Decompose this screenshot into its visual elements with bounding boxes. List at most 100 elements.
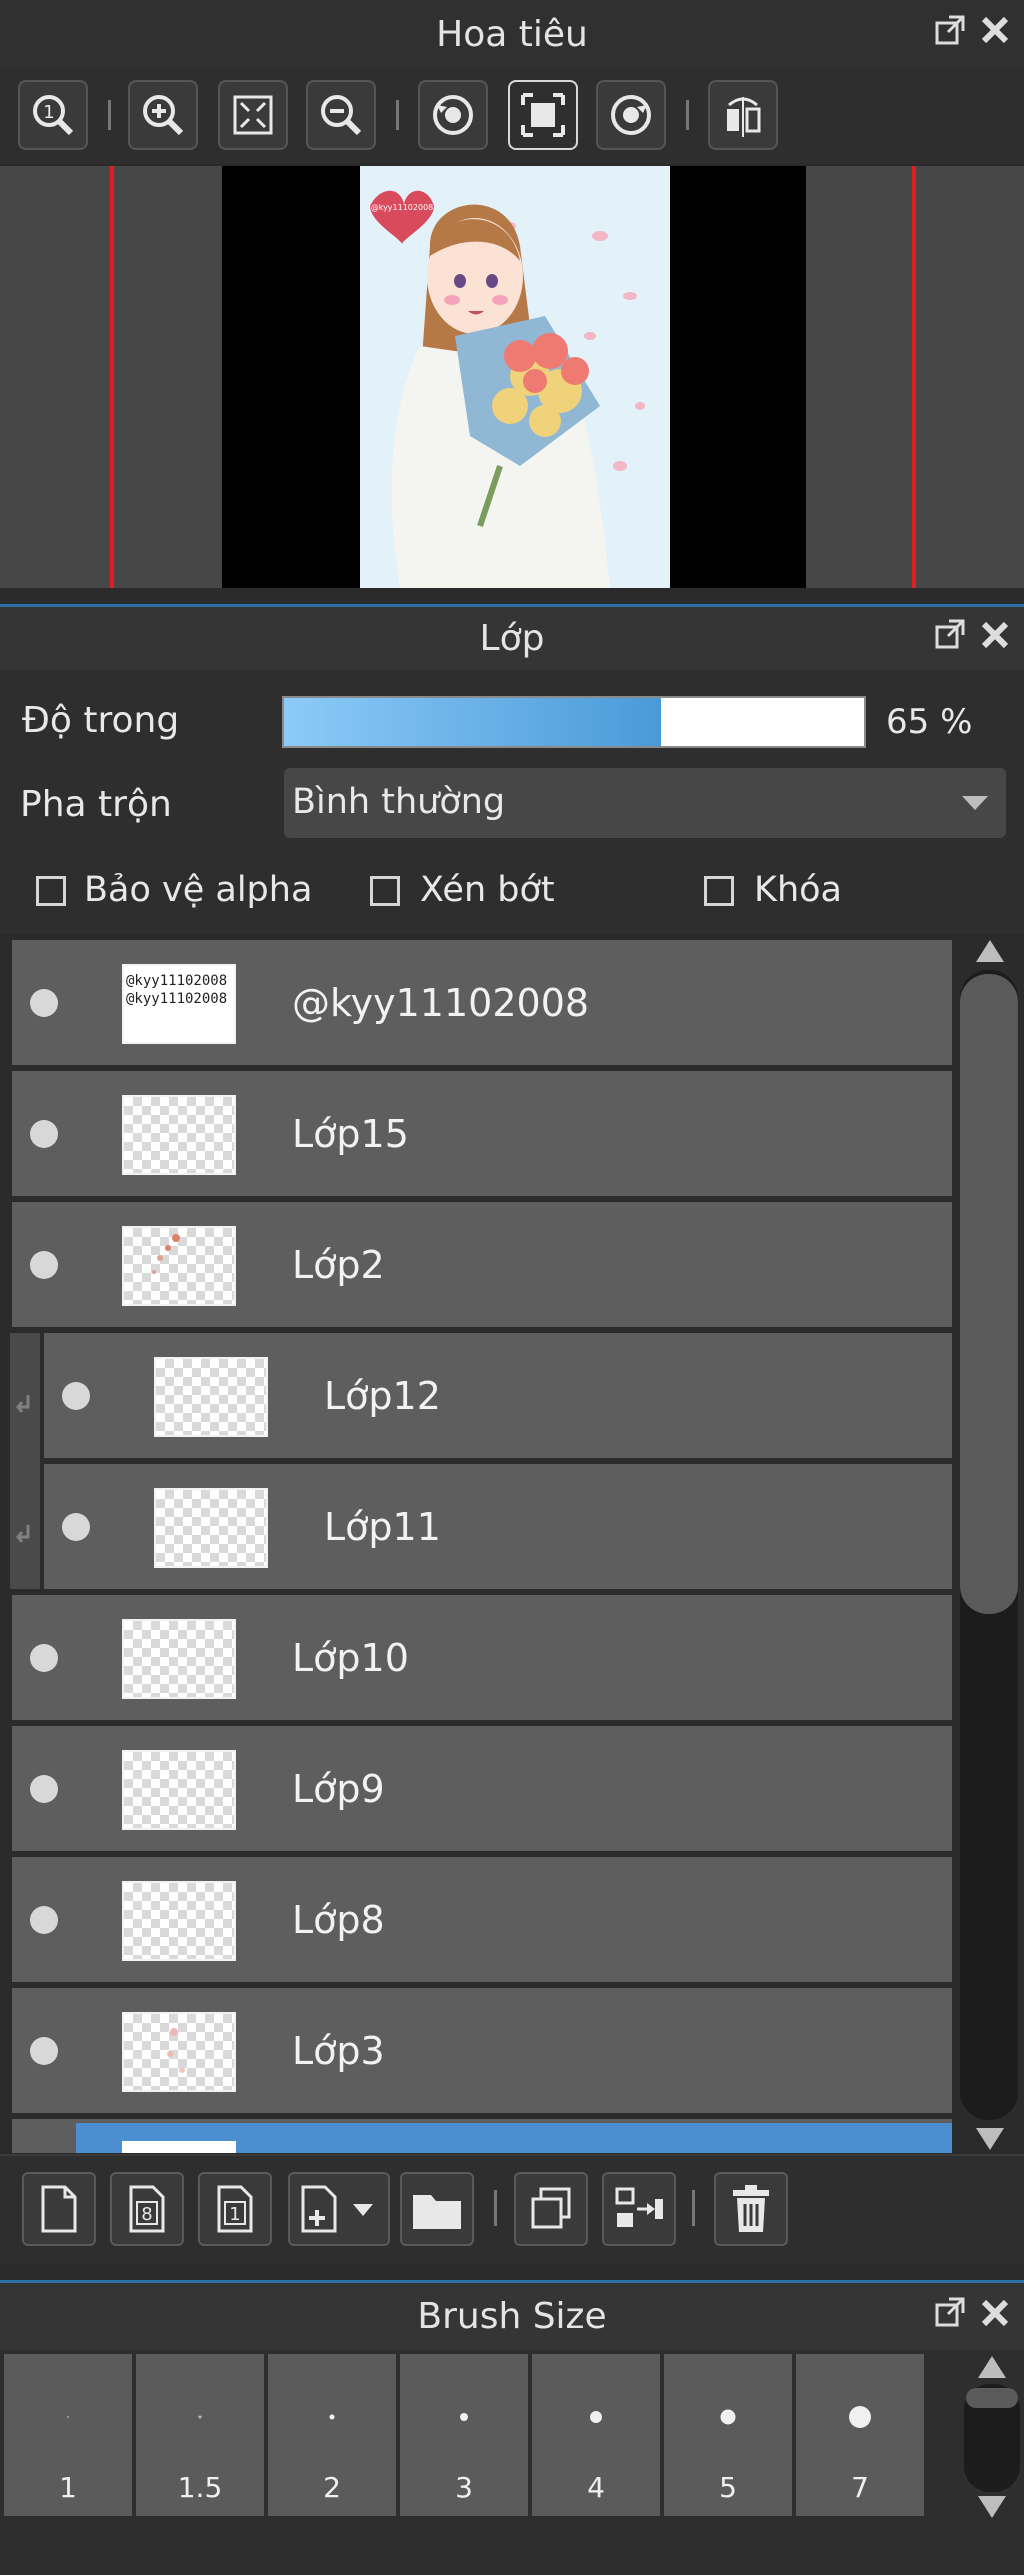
layer-row[interactable]: Lớp12 (44, 1333, 952, 1461)
close-icon[interactable] (980, 14, 1010, 54)
layer-row[interactable]: Lớp8 (12, 1857, 952, 1985)
scroll-up-icon[interactable] (978, 2356, 1006, 2378)
brush-preview-dot (720, 2409, 736, 2425)
blend-mode-value: Bình thường (292, 782, 506, 822)
layer-scrollbar[interactable] (956, 936, 1024, 2154)
lock-label: Khóa (754, 870, 842, 910)
layer-name: Lớp8 (292, 1897, 385, 1942)
clipping-checkbox[interactable] (370, 876, 400, 906)
popout-icon[interactable] (934, 618, 966, 659)
new-1bit-layer-button[interactable]: 1 (198, 2172, 272, 2246)
zoom-in-button[interactable] (128, 80, 198, 150)
layer-thumbnail (122, 1750, 236, 1830)
brush-size-cell[interactable]: 1.5 (136, 2354, 264, 2516)
popout-icon[interactable] (934, 2296, 966, 2337)
scroll-down-icon[interactable] (978, 2496, 1006, 2518)
navigator-preview[interactable]: @kyy11102008 (0, 166, 1024, 588)
visibility-icon[interactable] (30, 2037, 58, 2065)
layer-panel-title: Lớp (479, 618, 545, 659)
duplicate-layer-button[interactable] (514, 2172, 588, 2246)
layer-name: Lớp2 (292, 1242, 385, 1287)
brush-size-label: 1 (59, 2471, 77, 2504)
new-folder-button[interactable] (400, 2172, 474, 2246)
opacity-label: Độ trong (22, 700, 180, 741)
new-8bit-layer-button[interactable]: 8 (110, 2172, 184, 2246)
rotate-left-button[interactable] (418, 80, 488, 150)
layer-thumbnail (122, 1226, 236, 1306)
layer-name: Lớp11 (324, 1504, 441, 1549)
svg-text:1: 1 (229, 2204, 240, 2225)
zoom-out-button[interactable] (306, 80, 376, 150)
new-folder-icon (413, 2195, 461, 2229)
layer-row[interactable]: Lớp9 (12, 1726, 952, 1854)
layer-row[interactable]: Lớp10 (12, 1595, 952, 1723)
flip-horizontal-button[interactable] (708, 80, 778, 150)
layer-name: Lớp9 (292, 1766, 385, 1811)
visibility-icon[interactable] (62, 1382, 90, 1410)
scrollbar-thumb[interactable] (960, 974, 1018, 1614)
layer-titlebar: Lớp (0, 604, 1024, 670)
blend-mode-select[interactable]: Bình thường (284, 768, 1006, 838)
brush-size-cell[interactable]: 2 (268, 2354, 396, 2516)
brush-size-cell[interactable]: 7 (796, 2354, 924, 2516)
layer-row[interactable]: @kyy11102008 @kyy11102008 @kyy11102008 (12, 940, 952, 1068)
svg-text:8: 8 (141, 2204, 152, 2225)
layer-name: Lớp10 (292, 1635, 409, 1680)
close-icon[interactable] (980, 2297, 1010, 2337)
layer-row[interactable]: Lớp15 (12, 1071, 952, 1199)
visibility-icon[interactable] (30, 1251, 58, 1279)
rotate-left-icon (433, 95, 473, 135)
delete-layer-button[interactable] (714, 2172, 788, 2246)
clipping-label: Xén bớt (420, 870, 555, 910)
protect-alpha-label: Bảo vệ alpha (84, 870, 313, 910)
chevron-down-icon (962, 796, 988, 810)
layer-thumbnail (122, 2012, 236, 2092)
scroll-down-icon[interactable] (976, 2128, 1004, 2150)
brush-scrollbar[interactable] (960, 2354, 1024, 2520)
visibility-icon[interactable] (30, 1775, 58, 1803)
close-icon[interactable] (980, 619, 1010, 659)
selected-layer-row[interactable] (12, 2119, 952, 2153)
brush-size-cell[interactable]: 1 (4, 2354, 132, 2516)
brush-preview-dot (460, 2413, 468, 2421)
brush-size-title: Brush Size (417, 2296, 607, 2337)
merge-down-button[interactable] (602, 2172, 676, 2246)
visibility-icon[interactable] (30, 1644, 58, 1672)
brush-size-cell[interactable]: 5 (664, 2354, 792, 2516)
rotate-right-button[interactable] (596, 80, 666, 150)
visibility-icon[interactable] (62, 1513, 90, 1541)
visibility-icon[interactable] (30, 989, 58, 1017)
visibility-icon[interactable] (30, 1120, 58, 1148)
duplicate-layer-icon (531, 2187, 571, 2229)
fit-window-icon (521, 93, 565, 137)
add-layer-menu-icon (301, 2185, 373, 2233)
layer-thumbnail (154, 1488, 268, 1568)
scroll-up-icon[interactable] (976, 940, 1004, 962)
fit-screen-button[interactable] (218, 80, 288, 150)
layer-thumbnail (122, 1619, 236, 1699)
layer-name: Lớp12 (324, 1373, 441, 1418)
add-layer-menu-button[interactable] (288, 2172, 390, 2246)
lock-checkbox[interactable] (704, 876, 734, 906)
zoom-in-icon (143, 95, 184, 136)
brush-size-cell[interactable]: 3 (400, 2354, 528, 2516)
artwork-thumbnail: @kyy11102008 (360, 166, 670, 588)
blend-label: Pha trộn (20, 784, 172, 825)
layer-thumbnail (154, 1357, 268, 1437)
delete-layer-icon (733, 2185, 769, 2232)
popout-icon[interactable] (934, 14, 966, 55)
fit-window-button[interactable] (508, 80, 578, 150)
layer-row[interactable]: Lớp3 (12, 1988, 952, 2116)
brush-size-cell[interactable]: 4 (532, 2354, 660, 2516)
brush-preview-dot (329, 2414, 335, 2420)
new-layer-button[interactable] (22, 2172, 96, 2246)
layer-row[interactable]: Lớp2 (12, 1202, 952, 1330)
new-layer-icon (41, 2185, 77, 2233)
opacity-slider-fill (284, 698, 661, 746)
layer-row[interactable]: Lớp11 (44, 1464, 952, 1592)
protect-alpha-checkbox[interactable] (36, 876, 66, 906)
visibility-icon[interactable] (30, 1906, 58, 1934)
scrollbar-thumb[interactable] (966, 2388, 1018, 2408)
opacity-slider[interactable] (282, 696, 866, 748)
zoom-actual-button[interactable]: 1 (18, 80, 88, 150)
